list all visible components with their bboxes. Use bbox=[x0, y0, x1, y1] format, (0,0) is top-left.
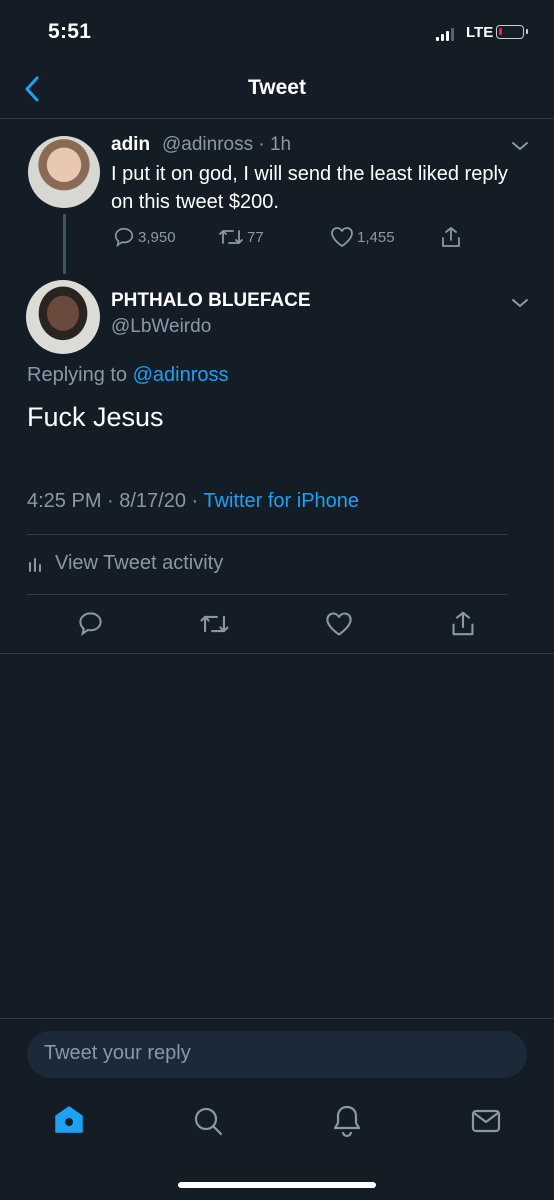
notifications-icon bbox=[333, 1105, 361, 1138]
retweet-icon bbox=[219, 230, 243, 244]
view-activity-label: View Tweet activity bbox=[55, 552, 224, 574]
tweet-meta: 4:25 PM · 8/17/20 · Twitter for iPhone bbox=[27, 490, 359, 513]
heart-icon bbox=[331, 227, 353, 247]
heart-icon bbox=[326, 612, 352, 636]
retweet-count: 77 bbox=[247, 228, 264, 246]
author-name[interactable]: adin bbox=[111, 134, 150, 156]
tab-messages[interactable] bbox=[470, 1107, 502, 1135]
tab-home[interactable] bbox=[54, 1104, 84, 1136]
like-button[interactable] bbox=[325, 611, 353, 637]
divider bbox=[27, 594, 508, 595]
signal-strength-icon bbox=[436, 28, 454, 41]
parent-tweet-actions: 3,950 77 1,455 bbox=[0, 226, 554, 250]
replying-to-link[interactable]: @adinross bbox=[133, 364, 229, 386]
author-handle: @adinross · 1h bbox=[162, 134, 292, 155]
page-title: Tweet bbox=[248, 76, 306, 99]
tweet-text: Fuck Jesus bbox=[27, 402, 164, 432]
tweet-timestamp: 4:25 PM · 8/17/20 · bbox=[27, 490, 204, 512]
tweet-source-link[interactable]: Twitter for iPhone bbox=[203, 490, 359, 512]
search-icon bbox=[194, 1107, 223, 1136]
divider bbox=[0, 1018, 554, 1019]
reply-icon bbox=[79, 612, 102, 636]
like-count: 1,455 bbox=[357, 228, 395, 246]
avatar[interactable] bbox=[28, 136, 100, 208]
retweet-button[interactable] bbox=[199, 611, 230, 637]
network-type: LTE bbox=[466, 24, 494, 41]
like-button[interactable]: 1,455 bbox=[330, 226, 395, 248]
chevron-down-icon bbox=[512, 299, 528, 307]
reply-count: 3,950 bbox=[138, 228, 176, 246]
share-icon bbox=[442, 227, 460, 247]
main-tweet-actions bbox=[0, 610, 554, 640]
retweet-icon bbox=[200, 615, 229, 633]
reply-placeholder: Tweet your reply bbox=[44, 1042, 191, 1064]
status-time: 5:51 bbox=[48, 20, 92, 43]
tweet-menu-button[interactable] bbox=[511, 297, 529, 309]
messages-icon bbox=[471, 1109, 501, 1133]
share-button[interactable] bbox=[450, 610, 476, 637]
divider bbox=[0, 653, 554, 654]
chevron-down-icon bbox=[512, 142, 528, 150]
home-indicator bbox=[178, 1182, 376, 1188]
replying-to: Replying to @adinross bbox=[27, 364, 229, 387]
share-icon bbox=[452, 611, 474, 636]
author-handle: @LbWeirdo bbox=[111, 316, 212, 337]
tweet-menu-button[interactable] bbox=[511, 140, 529, 152]
avatar[interactable] bbox=[26, 280, 100, 354]
tab-search[interactable] bbox=[192, 1105, 224, 1137]
reply-button[interactable] bbox=[77, 610, 104, 637]
share-button[interactable] bbox=[440, 226, 462, 248]
replying-prefix: Replying to bbox=[27, 364, 133, 386]
divider bbox=[27, 534, 508, 535]
activity-chart-icon bbox=[29, 557, 41, 572]
view-activity-button[interactable]: View Tweet activity bbox=[27, 552, 223, 575]
battery-icon bbox=[496, 25, 528, 39]
author-name[interactable]: PHTHALO BLUEFACE bbox=[111, 290, 311, 312]
tweet-text: I put it on god, I will send the least l… bbox=[111, 163, 508, 213]
reply-icon bbox=[114, 227, 134, 248]
header-divider bbox=[0, 118, 554, 119]
tab-notifications[interactable] bbox=[331, 1104, 363, 1138]
reply-button[interactable]: 3,950 bbox=[113, 226, 176, 248]
retweet-button[interactable]: 77 bbox=[218, 226, 264, 248]
home-icon bbox=[55, 1106, 83, 1133]
